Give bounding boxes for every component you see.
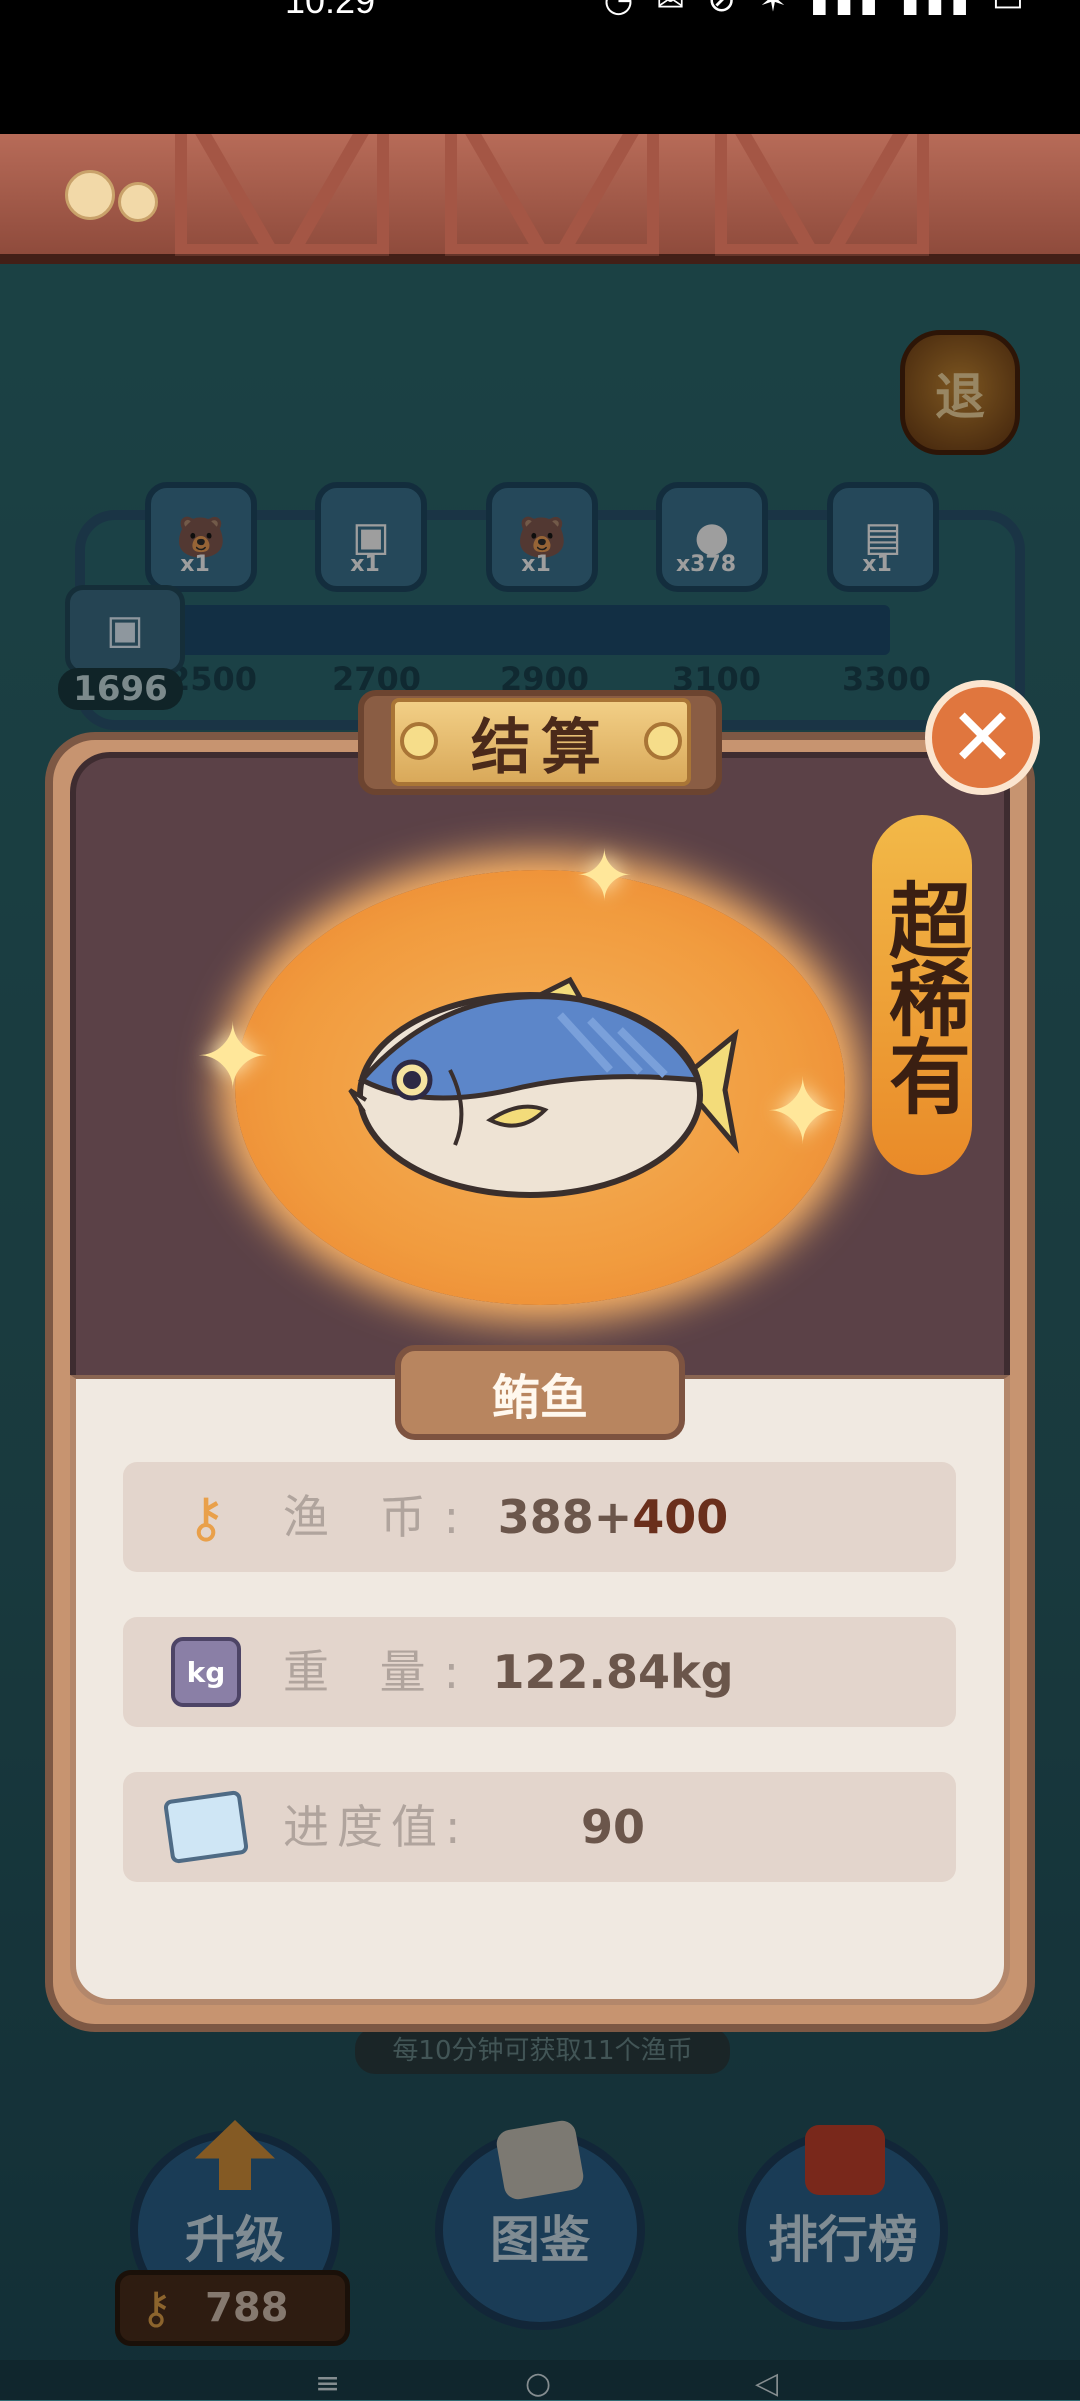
chick-icon <box>65 170 115 220</box>
rarity-ribbon: 超稀有 <box>872 815 972 1175</box>
stat-value: 122.84kg <box>492 1645 734 1699</box>
fish-name: 鲔鱼 <box>395 1345 685 1440</box>
wooden-beam <box>0 134 1080 264</box>
stat-row-progress: 进度值: 90 <box>123 1772 956 1882</box>
stat-row-weight: kg 重 量: 122.84kg <box>123 1617 956 1727</box>
close-button[interactable]: ✕ <box>925 680 1040 795</box>
progress-card-icon <box>162 1784 250 1870</box>
title-stud <box>644 722 682 760</box>
status-time: 10:29 <box>285 0 376 21</box>
stat-value: 90 <box>580 1800 645 1854</box>
stat-bonus: 400 <box>632 1490 729 1544</box>
status-icons: ◔ ✉ ⊘ ✶ ▮▮▮ ▮▮▮ ▭ <box>603 0 1030 20</box>
beam-truss <box>715 134 929 256</box>
sparkle-icon: ✦ <box>195 1005 271 1110</box>
stat-row-coins: ⚷ 渔 币: 388+400 <box>123 1462 956 1572</box>
status-bar: 10:29 ◔ ✉ ⊘ ✶ ▮▮▮ ▮▮▮ ▭ <box>0 0 1080 134</box>
stat-label: 进度值: <box>283 1800 469 1854</box>
sparkle-icon: ✦ <box>765 1060 841 1165</box>
weight-icon: kg <box>163 1629 249 1715</box>
stat-label: 渔 币: <box>283 1490 478 1544</box>
beam-truss <box>445 134 659 256</box>
chick-icon <box>118 182 158 222</box>
title-stud <box>400 722 438 760</box>
beam-truss <box>175 134 389 256</box>
stat-value: 388+400 <box>497 1490 729 1544</box>
tuna-fish-image <box>348 976 740 1198</box>
sparkle-icon: ✦ <box>575 835 634 917</box>
stat-label: 重 量: <box>283 1645 478 1699</box>
coin-key-icon: ⚷ <box>186 1485 226 1549</box>
